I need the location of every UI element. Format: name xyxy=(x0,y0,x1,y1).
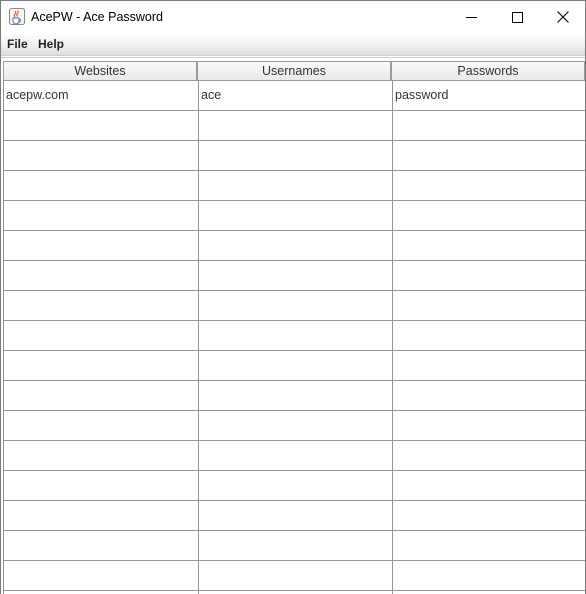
website-cell[interactable] xyxy=(4,561,198,590)
window-title: AcePW - Ace Password xyxy=(31,10,163,24)
password-cell[interactable] xyxy=(392,231,585,260)
website-cell[interactable] xyxy=(4,351,198,380)
password-cell[interactable] xyxy=(392,201,585,230)
table-row[interactable] xyxy=(4,501,585,531)
close-button[interactable] xyxy=(540,1,586,33)
table-row[interactable] xyxy=(4,351,585,381)
password-cell[interactable] xyxy=(392,381,585,410)
username-cell[interactable] xyxy=(198,501,392,530)
username-cell[interactable] xyxy=(198,291,392,320)
close-icon xyxy=(557,11,569,23)
table-row[interactable] xyxy=(4,231,585,261)
maximize-button[interactable] xyxy=(494,1,540,33)
menu-bar: File Help xyxy=(1,33,585,56)
password-cell[interactable] xyxy=(392,471,585,500)
username-cell[interactable] xyxy=(198,411,392,440)
column-header-usernames[interactable]: Usernames xyxy=(197,61,391,81)
website-cell[interactable] xyxy=(4,171,198,200)
title-bar[interactable]: AcePW - Ace Password xyxy=(1,1,585,33)
password-cell[interactable] xyxy=(392,261,585,290)
table-header: Websites Usernames Passwords xyxy=(3,61,585,81)
username-cell[interactable] xyxy=(198,171,392,200)
username-cell[interactable] xyxy=(198,561,392,590)
minimize-icon xyxy=(465,16,477,18)
password-cell[interactable] xyxy=(392,351,585,380)
table-row[interactable]: acepw.com ace password xyxy=(4,81,585,111)
website-cell[interactable] xyxy=(4,411,198,440)
table-row[interactable] xyxy=(4,381,585,411)
website-cell[interactable] xyxy=(4,471,198,500)
password-cell[interactable] xyxy=(392,531,585,560)
table-row[interactable] xyxy=(4,141,585,171)
table-row[interactable] xyxy=(4,201,585,231)
website-cell[interactable] xyxy=(4,261,198,290)
column-header-websites[interactable]: Websites xyxy=(3,61,197,81)
username-cell[interactable] xyxy=(198,441,392,470)
username-cell[interactable] xyxy=(198,351,392,380)
password-cell[interactable] xyxy=(392,171,585,200)
username-cell[interactable] xyxy=(198,141,392,170)
website-cell[interactable] xyxy=(4,321,198,350)
username-cell[interactable] xyxy=(198,261,392,290)
minimize-button[interactable] xyxy=(448,1,494,33)
website-cell[interactable]: acepw.com xyxy=(4,81,198,110)
username-cell[interactable] xyxy=(198,471,392,500)
menu-help[interactable]: Help xyxy=(38,33,64,55)
table-row[interactable] xyxy=(4,321,585,351)
website-cell[interactable] xyxy=(4,141,198,170)
table-row[interactable] xyxy=(4,441,585,471)
username-cell[interactable] xyxy=(198,531,392,560)
password-cell[interactable] xyxy=(392,411,585,440)
password-cell[interactable]: password xyxy=(392,81,585,110)
table-body: acepw.com ace password xyxy=(3,81,585,594)
website-cell[interactable] xyxy=(4,291,198,320)
website-cell[interactable] xyxy=(4,441,198,470)
password-cell[interactable] xyxy=(392,141,585,170)
maximize-icon xyxy=(511,11,523,23)
website-cell[interactable] xyxy=(4,531,198,560)
website-cell[interactable] xyxy=(4,231,198,260)
username-cell[interactable]: ace xyxy=(198,81,392,110)
app-window: AcePW - Ace Password File Help Websites … xyxy=(0,0,586,594)
username-cell[interactable] xyxy=(198,381,392,410)
table-row[interactable] xyxy=(4,261,585,291)
username-cell[interactable] xyxy=(198,321,392,350)
username-cell[interactable] xyxy=(198,231,392,260)
password-cell[interactable] xyxy=(392,321,585,350)
website-cell[interactable] xyxy=(4,501,198,530)
column-header-passwords[interactable]: Passwords xyxy=(391,61,585,81)
password-table: Websites Usernames Passwords acepw.com ac… xyxy=(1,57,585,594)
table-row[interactable] xyxy=(4,111,585,141)
password-cell[interactable] xyxy=(392,111,585,140)
password-cell[interactable] xyxy=(392,291,585,320)
table-row[interactable] xyxy=(4,561,585,591)
username-cell[interactable] xyxy=(198,111,392,140)
website-cell[interactable] xyxy=(4,111,198,140)
table-row[interactable] xyxy=(4,411,585,441)
table-row[interactable] xyxy=(4,171,585,201)
table-row[interactable] xyxy=(4,291,585,321)
password-cell[interactable] xyxy=(392,441,585,470)
website-cell[interactable] xyxy=(4,201,198,230)
table-row[interactable] xyxy=(4,471,585,501)
password-cell[interactable] xyxy=(392,561,585,590)
website-cell[interactable] xyxy=(4,381,198,410)
java-coffee-icon xyxy=(9,8,25,25)
menu-file[interactable]: File xyxy=(7,33,28,55)
table-row[interactable] xyxy=(4,531,585,561)
password-cell[interactable] xyxy=(392,501,585,530)
username-cell[interactable] xyxy=(198,201,392,230)
